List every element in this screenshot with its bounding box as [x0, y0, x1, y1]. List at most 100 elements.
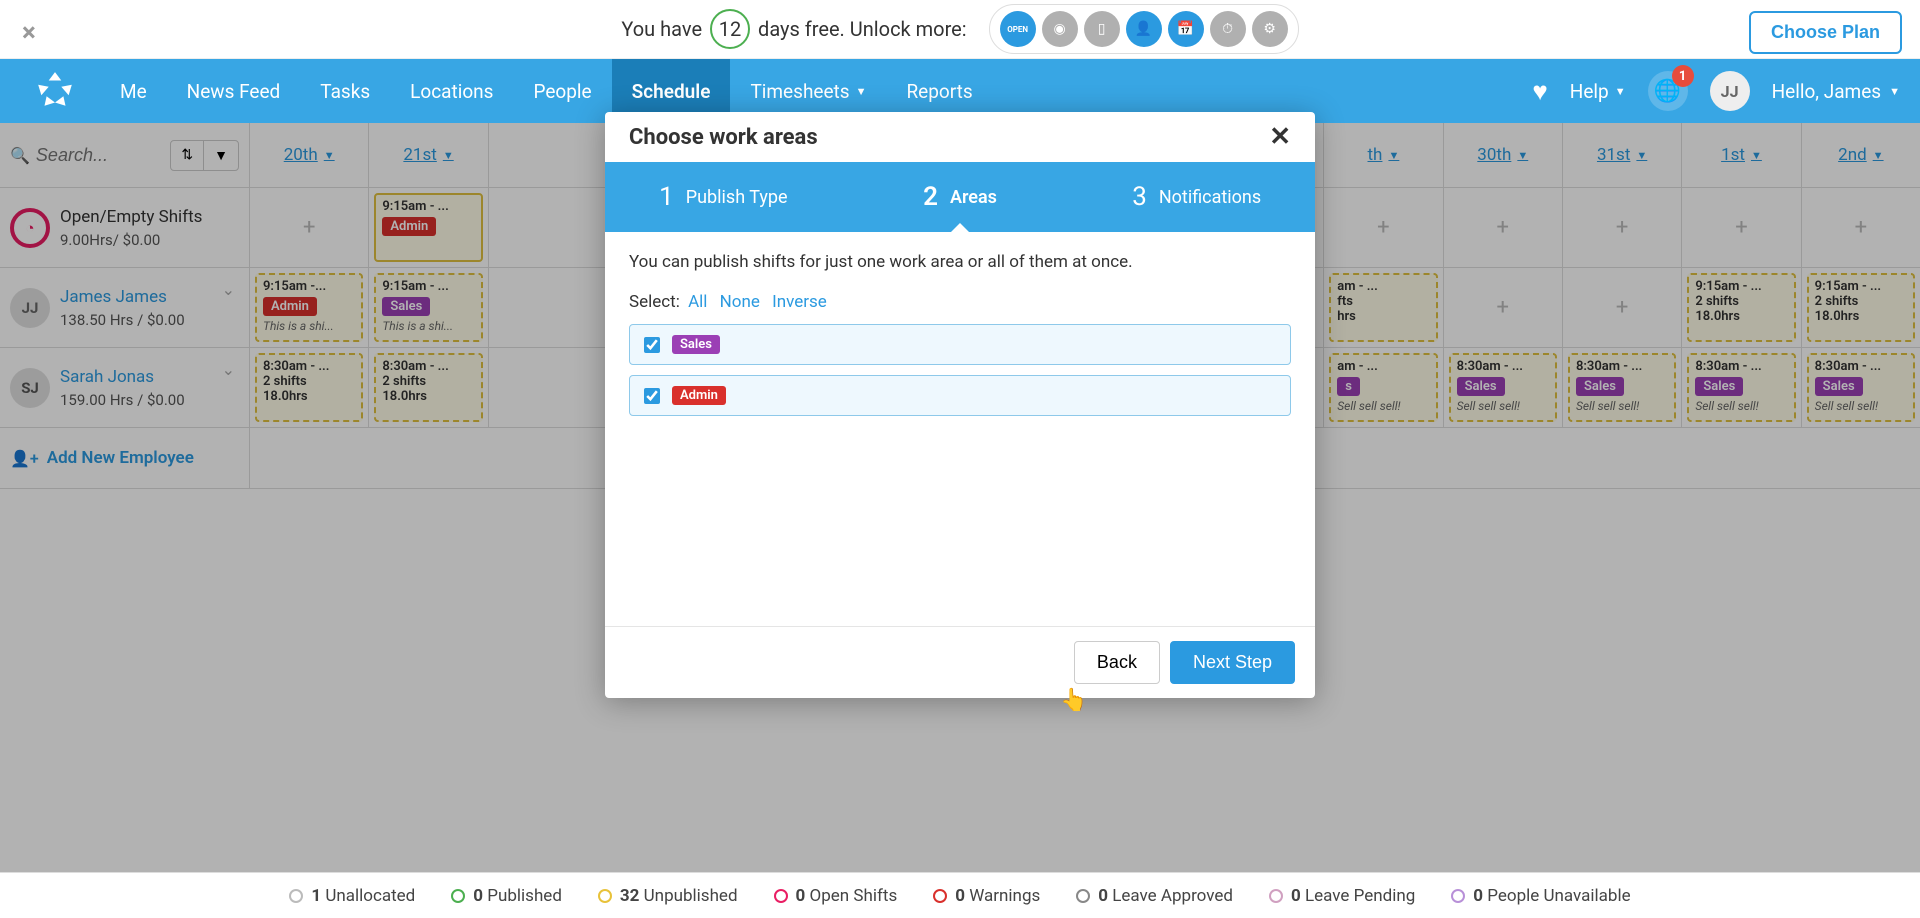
shift-card[interactable]: am - ...ftshrs — [1329, 273, 1437, 342]
shift-card[interactable]: 8:30am - ...2 shifts18.0hrs — [255, 353, 363, 422]
logo-icon[interactable] — [30, 66, 80, 116]
shift-card[interactable]: 9:15am - ... Admin — [374, 193, 482, 262]
sort-dropdown[interactable]: ▼ — [204, 141, 238, 170]
modal-hint: You can publish shifts for just one work… — [629, 252, 1291, 272]
open-shifts-icon: ◔ — [10, 208, 50, 248]
employee-hours: 138.50 Hrs / $0.00 — [60, 311, 185, 329]
status-people-unavailable: 0 People Unavailable — [1451, 886, 1630, 906]
notification-badge: 1 — [1672, 65, 1694, 87]
shift-card[interactable]: 9:15am - ...2 shifts18.0hrs — [1807, 273, 1915, 342]
sort-button[interactable]: ⇅ — [171, 141, 204, 170]
heart-icon[interactable]: ♥ — [1532, 76, 1547, 107]
date-header[interactable]: 2nd ▼ — [1802, 123, 1920, 187]
shift-cell[interactable]: 9:15am - ... Admin — [369, 188, 488, 267]
user-menu[interactable]: Hello, James ▼ — [1772, 80, 1900, 103]
nav-news-feed[interactable]: News Feed — [167, 59, 301, 123]
date-header[interactable]: 20th ▼ — [250, 123, 369, 187]
date-header[interactable]: 30th ▼ — [1444, 123, 1563, 187]
date-header[interactable]: 21st ▼ — [369, 123, 488, 187]
status-warnings: 0 Warnings — [933, 886, 1040, 906]
avatar: SJ — [10, 368, 50, 408]
chevron-down-icon[interactable]: ⌄ — [222, 360, 235, 379]
employee-name[interactable]: James James — [60, 287, 185, 307]
chevron-down-icon[interactable]: ⌄ — [222, 280, 235, 299]
date-header[interactable]: 31st ▼ — [1563, 123, 1682, 187]
shift-cell[interactable]: + — [1563, 188, 1682, 267]
feature-calendar-icon[interactable]: 📅 — [1168, 11, 1204, 47]
add-icon: + — [303, 215, 315, 240]
employee-hours: 159.00 Hrs / $0.00 — [60, 391, 185, 409]
choose-plan-button[interactable]: Choose Plan — [1749, 11, 1902, 54]
back-button[interactable]: Back — [1074, 641, 1160, 684]
select-none-link[interactable]: None — [720, 292, 760, 312]
date-header[interactable]: th ▼ — [1324, 123, 1443, 187]
days-remaining: 12 — [710, 9, 750, 49]
status-leave-pending: 0 Leave Pending — [1269, 886, 1415, 906]
next-step-button[interactable]: Next Step — [1170, 641, 1295, 684]
shift-cell[interactable]: + — [250, 188, 369, 267]
nav-tasks[interactable]: Tasks — [300, 59, 390, 123]
feature-open-icon[interactable]: OPEN — [1000, 11, 1036, 47]
status-published: 0 Published — [451, 886, 562, 906]
avatar[interactable]: JJ — [1710, 71, 1750, 111]
step-publish-type[interactable]: 1Publish Type — [605, 162, 842, 232]
area-checkbox[interactable] — [644, 388, 660, 404]
banner-suffix: days free. Unlock more: — [758, 17, 967, 41]
area-checkbox[interactable] — [644, 337, 660, 353]
notifications-button[interactable]: 🌐 1 — [1648, 71, 1688, 111]
shift-cell[interactable]: + — [1802, 188, 1920, 267]
shift-card[interactable]: 9:15am - ...2 shifts18.0hrs — [1687, 273, 1795, 342]
status-open-shifts: 0 Open Shifts — [774, 886, 898, 906]
status-unpublished: 32 Unpublished — [598, 886, 738, 906]
modal-title: Choose work areas — [629, 125, 818, 150]
employee-name[interactable]: Sarah Jonas — [60, 367, 185, 387]
shift-cell[interactable]: + — [1444, 268, 1563, 347]
admin-tag: Admin — [382, 217, 436, 236]
avatar: JJ — [10, 288, 50, 328]
step-notifications[interactable]: 3Notifications — [1078, 162, 1315, 232]
feature-icons: OPEN ◉ ▯ 👤 📅 ⏱ ⚙ — [989, 4, 1299, 54]
shift-card[interactable]: am - ...sSell sell sell! — [1329, 353, 1437, 422]
publish-modal: Choose work areas ✕ 1Publish Type2Areas3… — [605, 112, 1315, 698]
shift-cell[interactable]: + — [1563, 268, 1682, 347]
shift-card[interactable]: 8:30am - ...SalesSell sell sell! — [1687, 353, 1795, 422]
add-employee-button[interactable]: 👤+ Add New Employee — [0, 428, 250, 488]
open-shifts-title: Open/Empty Shifts — [60, 207, 202, 227]
feature-timer-icon[interactable]: ⏱ — [1210, 11, 1246, 47]
nav-me[interactable]: Me — [100, 59, 167, 123]
search-cell: 🔍 ⇅ ▼ — [0, 123, 250, 187]
date-header[interactable]: 1st ▼ — [1682, 123, 1801, 187]
shift-cell[interactable]: + — [1324, 188, 1443, 267]
add-user-icon: 👤+ — [10, 449, 39, 468]
step-areas[interactable]: 2Areas — [842, 162, 1079, 232]
shift-card[interactable]: 8:30am - ...SalesSell sell sell! — [1449, 353, 1557, 422]
select-all-link[interactable]: All — [688, 292, 707, 312]
nav-locations[interactable]: Locations — [390, 59, 513, 123]
shift-cell[interactable]: + — [1682, 188, 1801, 267]
close-icon[interactable]: × — [22, 18, 36, 48]
select-inverse-link[interactable]: Inverse — [772, 292, 827, 312]
shift-card[interactable]: 8:30am - ...SalesSell sell sell! — [1568, 353, 1676, 422]
select-row: Select: All None Inverse — [629, 292, 1291, 312]
feature-device-icon[interactable]: ▯ — [1084, 11, 1120, 47]
area-tag: Sales — [672, 335, 720, 354]
feature-camera-icon[interactable]: ◉ — [1042, 11, 1078, 47]
shift-card[interactable]: 9:15am - ...SalesThis is a shi... — [374, 273, 482, 342]
area-tag: Admin — [672, 386, 726, 405]
search-icon: 🔍 — [10, 146, 30, 165]
shift-cell[interactable]: + — [1444, 188, 1563, 267]
feature-settings-icon[interactable]: ⚙ — [1252, 11, 1288, 47]
search-input[interactable] — [36, 145, 156, 166]
nav-people[interactable]: People — [513, 59, 611, 123]
open-shifts-sub: 9.00Hrs/ $0.00 — [60, 231, 202, 249]
area-row-sales[interactable]: Sales — [629, 324, 1291, 365]
area-row-admin[interactable]: Admin — [629, 375, 1291, 416]
feature-person-icon[interactable]: 👤 — [1126, 11, 1162, 47]
close-icon[interactable]: ✕ — [1269, 122, 1291, 152]
status-bar: 1 Unallocated0 Published32 Unpublished0 … — [0, 872, 1920, 918]
help-link[interactable]: Help ▼ — [1570, 80, 1626, 103]
shift-card[interactable]: 8:30am - ...2 shifts18.0hrs — [374, 353, 482, 422]
shift-card[interactable]: 9:15am -...AdminThis is a shi... — [255, 273, 363, 342]
shift-card[interactable]: 8:30am - ...SalesSell sell sell! — [1807, 353, 1915, 422]
date-header[interactable] — [489, 123, 608, 187]
